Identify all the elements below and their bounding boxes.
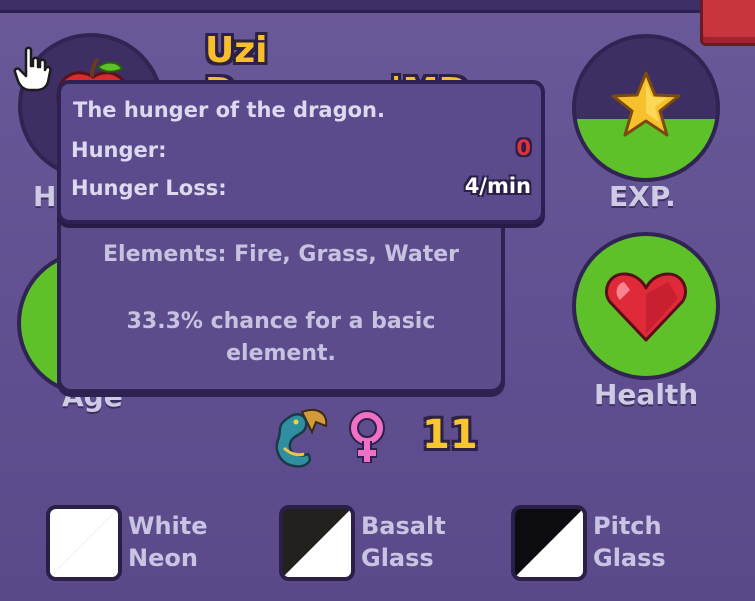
female-icon [349, 410, 385, 463]
health-stat[interactable] [572, 232, 720, 380]
tooltip-description: The hunger of the dragon. [73, 98, 385, 122]
hunger-loss-label: Hunger Loss: [71, 176, 227, 200]
hunger-label: H [33, 180, 57, 213]
dragon-info-window: Uzi Doorman|MD H EXP. Age Health [0, 0, 755, 601]
hunger-value: 0 [516, 136, 531, 160]
swatch-label-basalt-glass: Basalt Glass [361, 510, 446, 574]
swatch-white-neon-line1: White [128, 512, 208, 540]
swatch-pitch-glass[interactable] [511, 505, 587, 581]
swatch-label-pitch-glass: Pitch Glass [593, 510, 666, 574]
swatch-pitch-glass-fill [515, 509, 583, 577]
hunger-loss-value: 4/min [464, 174, 531, 198]
exp-stat[interactable] [572, 34, 720, 182]
swatch-pitch-glass-line1: Pitch [593, 512, 662, 540]
dragon-info-panel: Elements: Fire, Grass, Water 33.3% chanc… [57, 200, 505, 393]
basic-element-chance: 33.3% chance for a basic element. [126, 309, 436, 366]
swatch-pitch-glass-line2: Glass [593, 544, 666, 572]
swatch-white-neon[interactable] [46, 505, 122, 581]
elements-text: Elements: Fire, Grass, Water [103, 242, 459, 267]
exp-label: EXP. [609, 180, 676, 213]
dragon-icon [275, 408, 328, 468]
swatch-basalt-glass-line1: Basalt [361, 512, 446, 540]
swatch-white-neon-fill [50, 509, 118, 577]
heart-icon [605, 272, 687, 342]
swatch-label-white-neon: White Neon [128, 510, 208, 574]
swatch-basalt-glass-line2: Glass [361, 544, 434, 572]
window-top-bar [0, 0, 720, 13]
swatch-white-neon-line2: Neon [128, 544, 198, 572]
pointer-cursor-icon [13, 46, 52, 92]
close-button[interactable] [700, 0, 755, 46]
health-label: Health [594, 378, 699, 411]
hunger-tooltip: The hunger of the dragon. Hunger: 0 Hung… [57, 80, 545, 224]
hunger-row-label: Hunger: [71, 138, 167, 162]
swatch-basalt-glass[interactable] [279, 505, 355, 581]
swatch-basalt-glass-fill [283, 509, 351, 577]
dragon-level: 11 [422, 412, 478, 458]
star-icon [611, 71, 681, 137]
